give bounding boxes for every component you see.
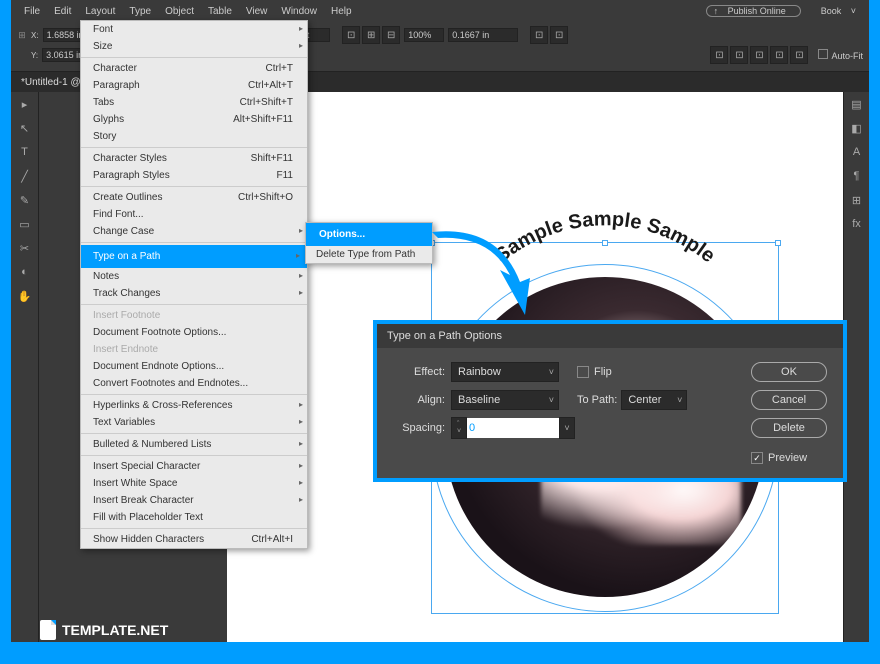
menu-item-changecase[interactable]: Change Case	[81, 223, 307, 240]
topath-select[interactable]: Center	[621, 390, 687, 410]
menu-item-insfootnote: Insert Footnote	[81, 307, 307, 324]
panel-icon[interactable]: ⊞	[844, 188, 869, 212]
menu-file[interactable]: File	[17, 6, 47, 17]
tool[interactable]: ╱	[11, 164, 38, 188]
preview-checkbox[interactable]: ✓	[751, 452, 763, 464]
menu-item-size[interactable]: Size	[81, 38, 307, 55]
tool[interactable]: ▭	[11, 212, 38, 236]
tool[interactable]: ✋	[11, 284, 38, 308]
tool[interactable]: ✂	[11, 236, 38, 260]
measure-field[interactable]: 0.1667 in	[448, 28, 518, 42]
menu-item-track[interactable]: Track Changes	[81, 285, 307, 302]
document-icon	[40, 620, 56, 640]
menu-item-parastyles[interactable]: Paragraph StylesF11	[81, 167, 307, 184]
menu-object[interactable]: Object	[158, 6, 201, 17]
menu-item-bulleted[interactable]: Bulleted & Numbered Lists	[81, 436, 307, 453]
toolbar-icon[interactable]: ⊟	[382, 26, 400, 44]
menu-help[interactable]: Help	[324, 6, 359, 17]
tools-panel: ▸ ↖ T ╱ ✎ ▭ ✂ ◐ ✋	[11, 92, 39, 642]
menu-table[interactable]: Table	[201, 6, 239, 17]
menu-item-findfont[interactable]: Find Font...	[81, 206, 307, 223]
menu-item-character[interactable]: CharacterCtrl+T	[81, 60, 307, 77]
dialog-title: Type on a Path Options	[377, 324, 843, 348]
panel-icon[interactable]: A	[844, 140, 869, 164]
fit-icon[interactable]: ⊡	[710, 46, 728, 64]
autofit-checkbox[interactable]: Auto-Fit	[831, 51, 863, 61]
menu-item-font[interactable]: Font	[81, 21, 307, 38]
menu-type[interactable]: Type	[122, 6, 158, 17]
watermark: TEMPLATE.NET	[40, 620, 168, 640]
align-label: Align:	[393, 394, 445, 406]
type-menu-dropdown: Font Size CharacterCtrl+T ParagraphCtrl+…	[80, 20, 308, 549]
menubar: File Edit Layout Type Object Table View …	[11, 0, 869, 22]
tool[interactable]: ↖	[11, 116, 38, 140]
ok-button[interactable]: OK	[751, 362, 827, 382]
reference-point-icon[interactable]: ⊞	[17, 30, 27, 40]
effect-label: Effect:	[393, 366, 445, 378]
menu-item-endopts[interactable]: Document Endnote Options...	[81, 358, 307, 375]
align-select[interactable]: Baseline	[451, 390, 559, 410]
spacing-label: Spacing:	[393, 422, 445, 434]
fit-icon[interactable]: ⊡	[790, 46, 808, 64]
menu-item-paragraph[interactable]: ParagraphCtrl+Alt+T	[81, 77, 307, 94]
menu-item-breakchar[interactable]: Insert Break Character	[81, 492, 307, 509]
toolbar-icon[interactable]: ⊡	[342, 26, 360, 44]
preview-label: Preview	[768, 452, 807, 464]
menu-item-footopts[interactable]: Document Footnote Options...	[81, 324, 307, 341]
menu-item-insendnote: Insert Endnote	[81, 341, 307, 358]
panel-icon[interactable]: fx	[844, 212, 869, 236]
fit-icon[interactable]: ⊡	[770, 46, 788, 64]
tutorial-arrow-icon	[430, 230, 540, 320]
menu-item-notes[interactable]: Notes	[81, 268, 307, 285]
flip-label: Flip	[594, 366, 612, 378]
type-on-path-dialog: Type on a Path Options Effect: Rainbow F…	[373, 320, 847, 482]
toolbar-icon[interactable]: ⊡	[530, 26, 548, 44]
toolbar-icon[interactable]: ⊡	[550, 26, 568, 44]
menu-item-charstyles[interactable]: Character StylesShift+F11	[81, 150, 307, 167]
menu-item-hyperlinks[interactable]: Hyperlinks & Cross-References	[81, 397, 307, 414]
panel-icon[interactable]: ▤	[844, 92, 869, 116]
menu-item-glyphs[interactable]: GlyphsAlt+Shift+F11	[81, 111, 307, 128]
book-dropdown[interactable]: Book ˅	[807, 6, 863, 16]
fit-icon[interactable]: ⊡	[750, 46, 768, 64]
menu-item-whitespace[interactable]: Insert White Space	[81, 475, 307, 492]
menu-item-outlines[interactable]: Create OutlinesCtrl+Shift+O	[81, 189, 307, 206]
menu-edit[interactable]: Edit	[47, 6, 78, 17]
publish-online-button[interactable]: ↑ Publish Online	[706, 5, 801, 17]
topath-label: To Path:	[577, 394, 617, 406]
cancel-button[interactable]: Cancel	[751, 390, 827, 410]
menu-item-type-on-path[interactable]: Type on a Path	[81, 245, 307, 268]
menu-item-hidden[interactable]: Show Hidden CharactersCtrl+Alt+I	[81, 531, 307, 548]
spacing-input[interactable]: 0	[465, 418, 561, 438]
menu-layout[interactable]: Layout	[78, 6, 122, 17]
delete-button[interactable]: Delete	[751, 418, 827, 438]
menu-item-tabs[interactable]: TabsCtrl+Shift+T	[81, 94, 307, 111]
effect-select[interactable]: Rainbow	[451, 362, 559, 382]
scale-field[interactable]: 100%	[404, 28, 444, 42]
submenu-delete[interactable]: Delete Type from Path	[306, 246, 432, 263]
flip-checkbox[interactable]	[577, 366, 589, 378]
menu-item-placeholder[interactable]: Fill with Placeholder Text	[81, 509, 307, 526]
tool[interactable]: ▸	[11, 92, 38, 116]
tool[interactable]: ◐	[11, 260, 38, 284]
menu-item-specialchar[interactable]: Insert Special Character	[81, 458, 307, 475]
tool[interactable]: T	[11, 140, 38, 164]
menu-window[interactable]: Window	[274, 6, 324, 17]
menu-view[interactable]: View	[239, 6, 275, 17]
type-on-path-submenu: Options... Delete Type from Path	[305, 222, 433, 264]
submenu-options[interactable]: Options...	[306, 223, 432, 246]
fit-icon[interactable]: ⊡	[730, 46, 748, 64]
menu-item-story[interactable]: Story	[81, 128, 307, 145]
panel-icon[interactable]: ◧	[844, 116, 869, 140]
panel-icon[interactable]: ¶	[844, 164, 869, 188]
menu-item-convert[interactable]: Convert Footnotes and Endnotes...	[81, 375, 307, 392]
tool[interactable]: ✎	[11, 188, 38, 212]
menu-item-textvars[interactable]: Text Variables	[81, 414, 307, 431]
toolbar-icon[interactable]: ⊞	[362, 26, 380, 44]
